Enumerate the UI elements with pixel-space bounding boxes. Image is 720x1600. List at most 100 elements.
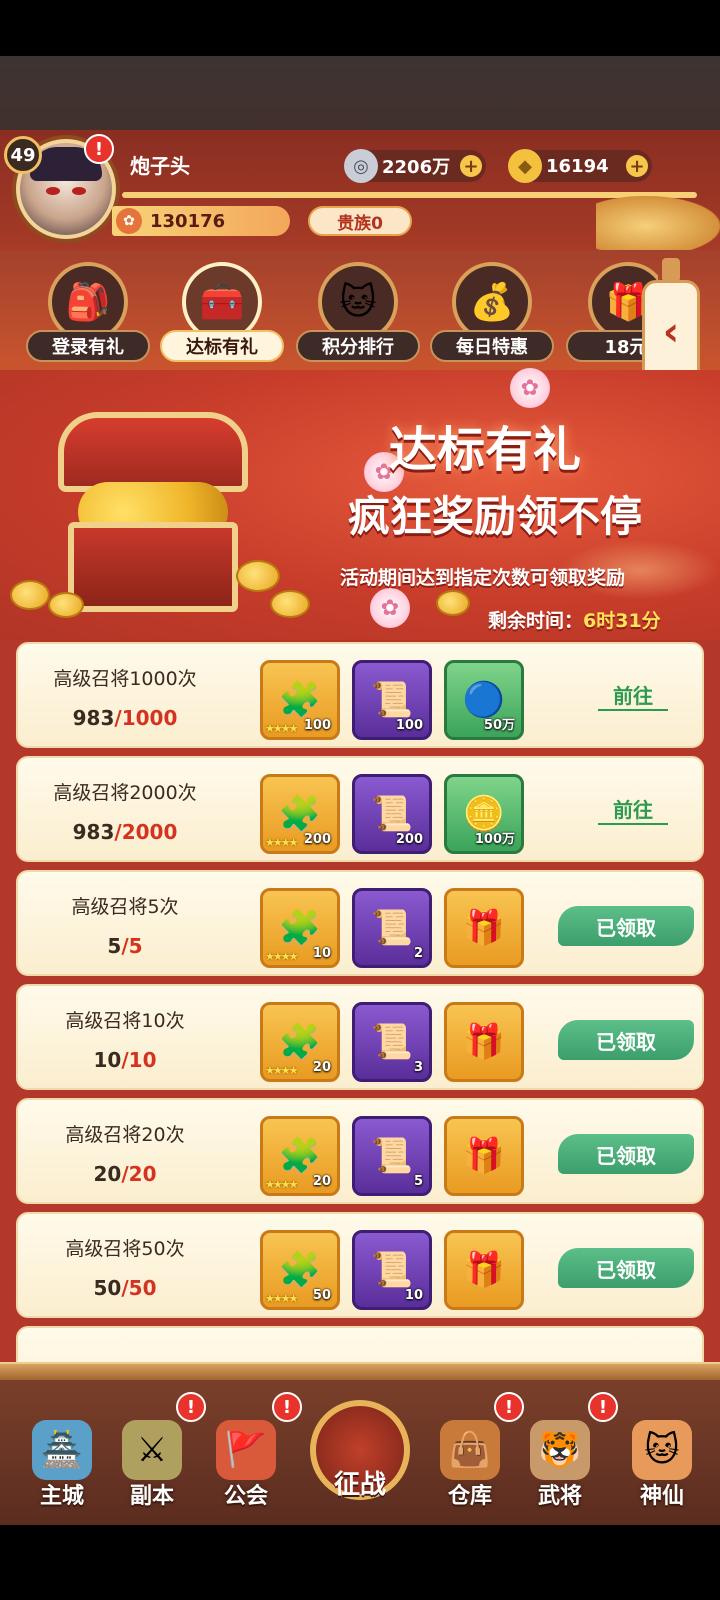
nav-border xyxy=(0,1362,720,1380)
summon-scroll-icon[interactable]: 📜 200 xyxy=(352,774,432,854)
nav-main-city[interactable]: 🏯 主城 xyxy=(26,1420,98,1520)
nav-warehouse[interactable]: 👜 仓库 xyxy=(434,1420,506,1520)
paw-points-value: 130176 xyxy=(150,210,226,232)
blue-orb-icon[interactable]: 🔵 50万 xyxy=(444,660,524,740)
summon-scroll-icon[interactable]: 📜 5 xyxy=(352,1116,432,1196)
add-gold-button[interactable]: + xyxy=(626,155,648,177)
green-chest-icon[interactable]: 🎁 xyxy=(444,1116,524,1196)
summon-scroll-icon[interactable]: 📜 100 xyxy=(352,660,432,740)
nav-label: 仓库 xyxy=(447,1484,492,1509)
coin-icon xyxy=(236,560,280,592)
nav-label: 神仙 xyxy=(639,1484,684,1509)
task-card: 高级召将1000次 983/1000 🧩 ★★★★ 100 📜 100 🔵 50万 前往 xyxy=(16,642,704,748)
paw-points: ✿ 130176 xyxy=(112,206,290,236)
add-silver-button[interactable]: + xyxy=(460,155,482,177)
goto-button[interactable]: 前往 xyxy=(598,680,668,711)
general-fragment-icon[interactable]: 🧩 ★★★★ 10 xyxy=(260,888,340,968)
nav-label: 副本 xyxy=(129,1484,174,1509)
general-fragment-icon[interactable]: 🧩 ★★★★ 20 xyxy=(260,1002,340,1082)
nav-label: 征战 xyxy=(333,1470,386,1500)
tab-label: 积分排行 xyxy=(296,330,420,362)
silver-coin-icon[interactable]: 🪙 100万 xyxy=(444,774,524,854)
gold-ingot-icon: ◆ xyxy=(508,149,542,183)
chest-lid xyxy=(58,412,248,492)
task-card: 高级召将50次 50/50 🧩 ★★★★ 50 📜 10 🎁 已领取 xyxy=(16,1212,704,1318)
general-icon: 🐯 xyxy=(530,1420,590,1480)
summon-scroll-icon[interactable]: 📜 3 xyxy=(352,1002,432,1082)
countdown-value: 6时31分 xyxy=(583,610,661,632)
countdown-label: 剩余时间： xyxy=(488,610,584,632)
nav-dungeon[interactable]: ⚔ 副本 xyxy=(116,1420,188,1520)
warehouse-alert-icon: ! xyxy=(494,1392,524,1422)
summon-scroll-icon[interactable]: 📜 10 xyxy=(352,1230,432,1310)
nav-label: 武将 xyxy=(537,1484,582,1509)
task-card: 高级召将10次 10/10 🧩 ★★★★ 20 📜 3 🎁 已领取 xyxy=(16,984,704,1090)
gold-amount: 16194 xyxy=(546,155,609,177)
green-chest-icon[interactable]: 🎁 xyxy=(444,1002,524,1082)
game-screen: 49 ! 炮子头 ◎ 2206万 + ◆ 16194 + ✿ 130176 贵族… xyxy=(0,0,720,1600)
general-fragment-icon[interactable]: 🧩 ★★★★ 200 xyxy=(260,774,340,854)
task-progress: 983/2000 xyxy=(72,820,178,844)
collapse-arrow-icon[interactable]: ‹ xyxy=(642,280,700,384)
coin-icon xyxy=(10,580,50,610)
avatar-eye xyxy=(46,187,60,195)
claimed-button[interactable]: 已领取 xyxy=(558,1134,694,1174)
silver-amount: 2206万 xyxy=(382,157,451,178)
nav-label: 公会 xyxy=(223,1484,268,1509)
task-title: 高级召将10次 xyxy=(65,1010,185,1032)
task-list[interactable]: 高级召将1000次 983/1000 🧩 ★★★★ 100 📜 100 🔵 50万 前往… xyxy=(0,640,720,1362)
system-nav-area xyxy=(0,1525,720,1600)
green-chest-icon[interactable]: 🎁 xyxy=(444,1230,524,1310)
green-chest-icon[interactable]: 🎁 xyxy=(444,888,524,968)
level-badge: 49 xyxy=(4,136,42,174)
avatar-eye xyxy=(72,187,86,195)
bag-icon: 👜 xyxy=(440,1420,500,1480)
paw-print-icon: ✿ xyxy=(510,368,550,408)
tab-label: 每日特惠 xyxy=(430,330,554,362)
task-title: 高级召将1000次 xyxy=(53,668,197,690)
task-progress: 983/1000 xyxy=(72,706,178,730)
banner-title: 达标有礼 xyxy=(388,422,581,478)
task-progress: 10/10 xyxy=(93,1048,157,1072)
swords-icon: ⚔ xyxy=(122,1420,182,1480)
claimed-button[interactable]: 已领取 xyxy=(558,906,694,946)
task-progress: 20/20 xyxy=(93,1162,157,1186)
tab-daily-deal[interactable]: 💰 每日特惠 xyxy=(426,262,558,366)
claimed-button[interactable]: 已领取 xyxy=(558,1248,694,1288)
countdown: 剩余时间：6时31分 xyxy=(488,606,698,633)
status-bar-area xyxy=(0,0,720,56)
tab-milestone-gift[interactable]: 🧰 达标有礼 xyxy=(156,262,288,366)
silver-resource[interactable]: ◎ 2206万 + xyxy=(344,149,486,183)
cat-icon: 🐱 xyxy=(632,1420,692,1480)
nav-immortals[interactable]: 🐱 神仙 xyxy=(626,1420,698,1520)
chest-body xyxy=(68,522,238,612)
noble-rank[interactable]: 贵族0 xyxy=(308,206,412,236)
tab-label: 达标有礼 xyxy=(160,330,284,362)
general-fragment-icon[interactable]: 🧩 ★★★★ 50 xyxy=(260,1230,340,1310)
task-title: 高级召将5次 xyxy=(71,896,179,918)
gold-resource[interactable]: ◆ 16194 + xyxy=(508,149,652,183)
coin-icon xyxy=(436,590,470,616)
task-title: 高级召将20次 xyxy=(65,1124,185,1146)
pine-tree-decoration xyxy=(596,196,720,256)
task-card: 高级召将2000次 983/2000 🧩 ★★★★ 200 📜 200 🪙 100万 前… xyxy=(16,756,704,862)
task-card xyxy=(16,1326,704,1362)
task-card: 高级召将5次 5/5 🧩 ★★★★ 10 📜 2 🎁 已领取 xyxy=(16,870,704,976)
general-fragment-icon[interactable]: 🧩 ★★★★ 100 xyxy=(260,660,340,740)
goto-button[interactable]: 前往 xyxy=(598,794,668,825)
guild-alert-icon: ! xyxy=(272,1392,302,1422)
claimed-button[interactable]: 已领取 xyxy=(558,1020,694,1060)
general-fragment-icon[interactable]: 🧩 ★★★★ 20 xyxy=(260,1116,340,1196)
summon-scroll-icon[interactable]: 📜 2 xyxy=(352,888,432,968)
treasure-chest-illustration xyxy=(48,412,258,612)
nav-battle[interactable]: 征战 xyxy=(310,1392,410,1516)
task-title: 高级召将2000次 xyxy=(53,782,197,804)
flag-icon: 🚩 xyxy=(216,1420,276,1480)
nav-generals[interactable]: 🐯 武将 xyxy=(524,1420,596,1520)
tab-points-ranking[interactable]: 🐱 积分排行 xyxy=(292,262,424,366)
player-name: 炮子头 xyxy=(130,154,190,178)
paw-icon: ✿ xyxy=(116,208,142,234)
lantern-hook xyxy=(662,258,680,282)
nav-guild[interactable]: 🚩 公会 xyxy=(210,1420,282,1520)
tab-login-gift[interactable]: 🎒 登录有礼 xyxy=(22,262,154,366)
